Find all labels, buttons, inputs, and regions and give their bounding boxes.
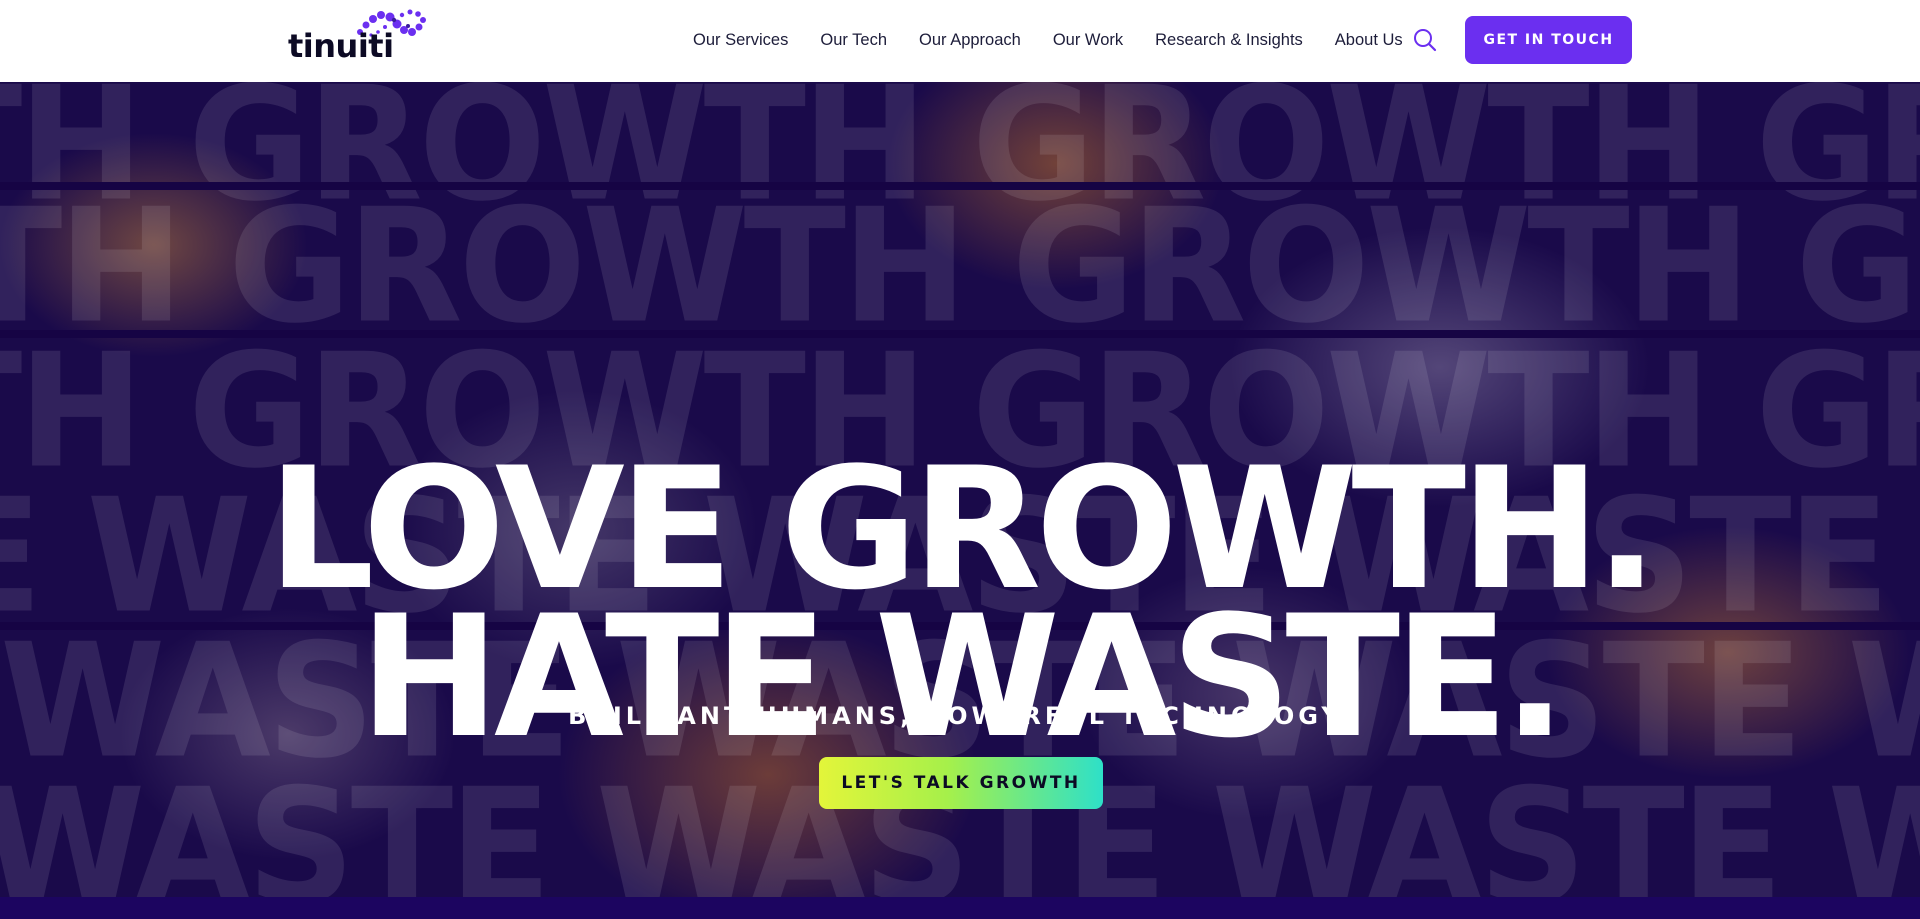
bottom-strip <box>0 897 1920 919</box>
nav-item-research-insights[interactable]: Research & Insights <box>1155 28 1303 52</box>
logo-text: tinuiti <box>288 27 394 65</box>
tinuiti-logo[interactable]: tinuiti <box>288 8 438 64</box>
nav-item-about-us[interactable]: About Us <box>1335 28 1403 52</box>
nav-item-our-services[interactable]: Our Services <box>693 28 788 52</box>
get-in-touch-button[interactable]: GET IN TOUCH <box>1465 16 1632 64</box>
hero-subheadline: BRILLIANT HUMANS, POWERFUL TECHNOLOGY. <box>568 702 1352 730</box>
search-icon[interactable] <box>1413 28 1437 52</box>
hero-section: TH GROWTH GROWTH GROWTH GROW TH GROWTH G… <box>0 82 1920 897</box>
nav-item-our-approach[interactable]: Our Approach <box>919 28 1021 52</box>
divider <box>0 330 1920 338</box>
nav-item-our-work[interactable]: Our Work <box>1053 28 1123 52</box>
nav-item-our-tech[interactable]: Our Tech <box>820 28 887 52</box>
lets-talk-growth-button[interactable]: LET'S TALK GROWTH <box>819 757 1103 809</box>
main-nav: Our Services Our Tech Our Approach Our W… <box>693 28 1435 52</box>
site-header: tinuiti Our Services Our Tech Our Approa… <box>0 0 1920 82</box>
hero-headline-line2: HATE WASTE. <box>359 578 1566 775</box>
divider <box>0 182 1920 190</box>
